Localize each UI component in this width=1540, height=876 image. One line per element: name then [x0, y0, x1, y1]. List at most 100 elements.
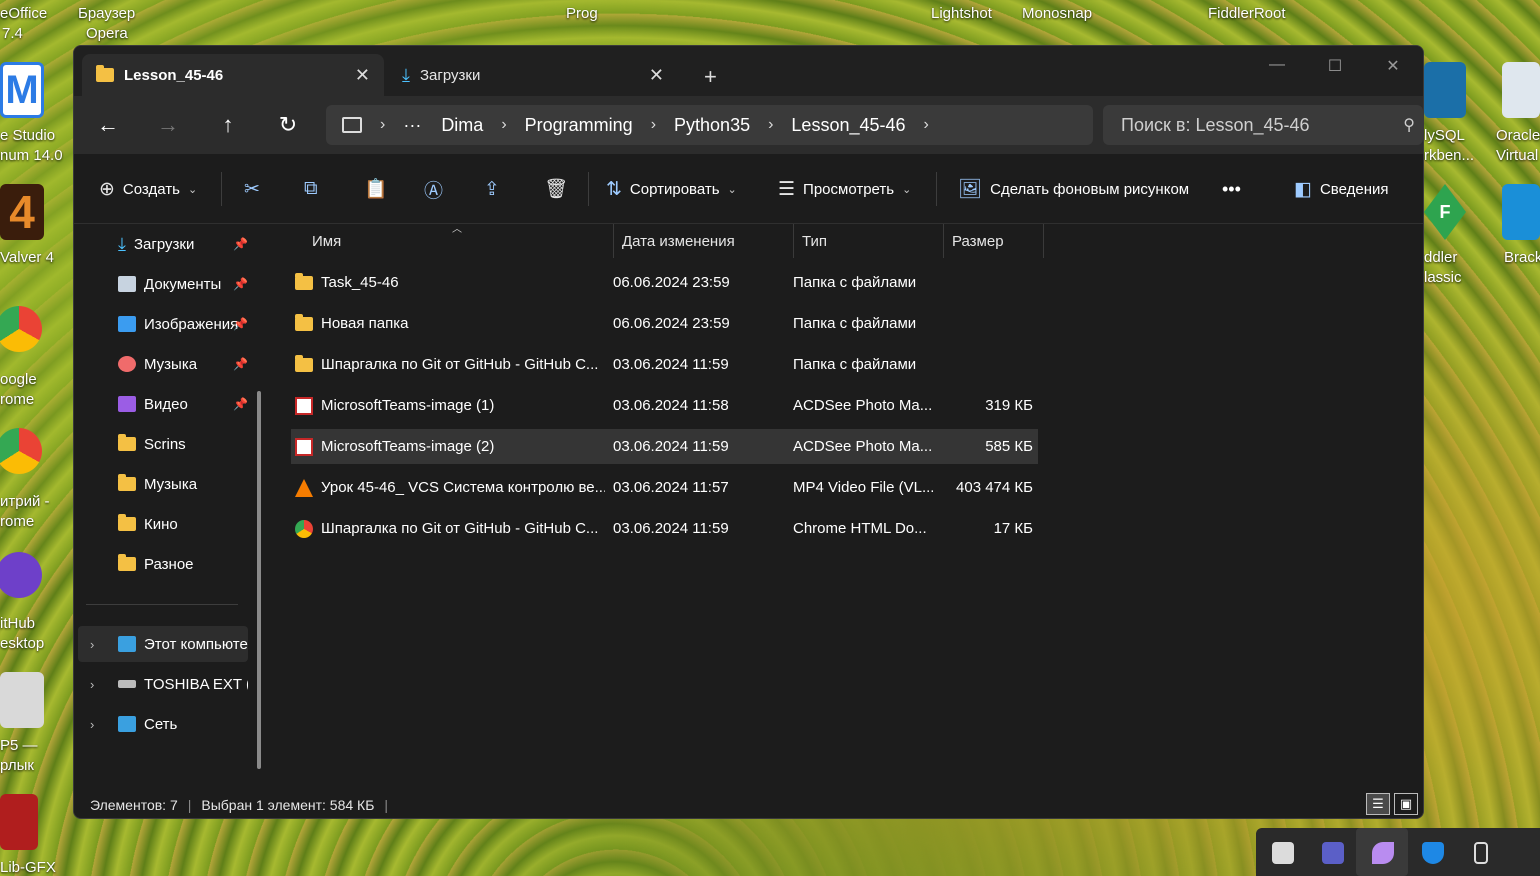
sidebar-item-music[interactable]: Музыка 📌 [84, 346, 248, 382]
details-button[interactable]: ◧ Сведения [1294, 174, 1388, 204]
desktop-icon-label[interactable]: Браузер [78, 4, 135, 24]
sidebar-item-pictures[interactable]: Изображения 📌 [84, 306, 248, 342]
chevron-right-icon[interactable]: › [90, 717, 94, 732]
fiddler-icon[interactable]: F [1424, 184, 1466, 240]
sidebar-item-documents[interactable]: Документы 📌 [84, 266, 248, 302]
chevron-right-icon[interactable]: › [643, 116, 664, 134]
desktop-icon-label[interactable]: e Studio [0, 126, 55, 146]
desktop-icon-label[interactable]: num 14.0 [0, 146, 63, 166]
rename-button[interactable]: Ⓐ [424, 174, 443, 204]
table-row[interactable]: Шпаргалка по Git от GitHub - GitHub C...… [291, 511, 1038, 546]
sidebar-item-scrins[interactable]: Scrins [84, 426, 248, 462]
back-button[interactable]: ← [91, 110, 125, 140]
cut-button[interactable]: ✂ [244, 174, 260, 204]
feather-icon[interactable] [1372, 842, 1394, 864]
desktop-icon-label[interactable]: rome [0, 512, 34, 532]
brackets-icon[interactable] [1502, 184, 1540, 240]
desktop-icon-label[interactable]: lassic [1424, 268, 1462, 288]
sidebar-item-music-folder[interactable]: Музыка [84, 466, 248, 502]
table-row[interactable]: Урок 45-46_ VCS Система контролю ве... 0… [291, 470, 1038, 505]
address-bar[interactable]: › ··· Dima › Programming › Python35 › Le… [326, 105, 1093, 145]
desktop-icon-label[interactable]: Lib-GFX [0, 858, 56, 876]
up-button[interactable]: ↑ [211, 110, 245, 140]
desktop-icon-label[interactable]: рлык [0, 756, 34, 776]
breadcrumb-more[interactable]: ··· [393, 115, 431, 136]
share-button[interactable]: ⇪ [484, 174, 500, 204]
table-row[interactable]: Новая папка 06.06.2024 23:59 Папка с фай… [291, 306, 1038, 341]
sidebar-item-toshiba[interactable]: › TOSHIBA EXT (D: [78, 666, 248, 702]
column-header-size[interactable]: Размер [944, 224, 1044, 258]
desktop-app-icon[interactable]: 4 [0, 184, 44, 240]
desktop-icon-label[interactable]: Monosnap [1022, 4, 1092, 24]
chevron-right-icon[interactable]: › [916, 116, 937, 134]
close-tab-icon[interactable]: ✕ [355, 65, 370, 86]
copy-button[interactable]: ⧉ [304, 174, 318, 204]
set-wallpaper-button[interactable]: 🖼 Сделать фоновым рисунком [958, 174, 1189, 204]
teams-icon[interactable] [1322, 842, 1344, 864]
desktop-icon-label[interactable]: esktop [0, 634, 44, 654]
virtualbox-icon[interactable] [1502, 62, 1540, 118]
breadcrumb-lesson[interactable]: Lesson_45-46 [781, 115, 915, 136]
maximize-button[interactable]: ☐ [1312, 56, 1358, 76]
minimize-button[interactable]: — [1254, 56, 1300, 74]
sidebar-item-kino[interactable]: Кино [84, 506, 248, 542]
computer-icon[interactable] [342, 117, 362, 133]
sidebar-item-network[interactable]: › Сеть [78, 706, 248, 742]
desktop-icon-label[interactable]: Prog [566, 4, 598, 24]
sidebar-scrollbar[interactable] [257, 391, 261, 769]
desktop-icon-label[interactable]: итрий - [0, 492, 50, 512]
column-header-name[interactable]: Имя [304, 224, 614, 258]
desktop-icon-label[interactable]: ddler [1424, 248, 1457, 268]
table-row[interactable]: Task_45-46 06.06.2024 23:59 Папка с файл… [291, 265, 1038, 300]
sidebar-item-raznoe[interactable]: Разное [84, 546, 248, 582]
sort-button[interactable]: ⇅ Сортировать ⌄ [606, 174, 737, 204]
desktop-icon-label[interactable]: Virtual [1496, 146, 1538, 166]
chevron-right-icon[interactable]: › [90, 677, 94, 692]
chevron-right-icon[interactable]: › [362, 116, 393, 134]
github-icon[interactable] [0, 552, 42, 598]
new-tab-button[interactable]: + [704, 64, 717, 90]
more-options-button[interactable]: ••• [1222, 174, 1241, 204]
desktop-app-icon[interactable] [0, 672, 44, 728]
paste-button[interactable]: 📋 [364, 174, 388, 204]
table-row-selected[interactable]: MicrosoftTeams-image (2) 03.06.2024 11:5… [291, 429, 1038, 464]
search-icon[interactable]: ⚲ [1403, 115, 1415, 135]
desktop-icon-label[interactable]: Brack [1504, 248, 1540, 268]
desktop-icon-label[interactable]: itHub [0, 614, 35, 634]
close-window-button[interactable]: ✕ [1370, 56, 1416, 76]
desktop-icon-label[interactable]: Oracle [1496, 126, 1540, 146]
create-button[interactable]: ⊕ Создать ⌄ [99, 174, 197, 204]
pen-icon[interactable] [1272, 842, 1294, 864]
details-view-button[interactable]: ☰ [1366, 793, 1390, 815]
table-row[interactable]: MicrosoftTeams-image (1) 03.06.2024 11:5… [291, 388, 1038, 423]
desktop-app-icon[interactable] [0, 794, 38, 850]
desktop-icon-label[interactable]: eOffice [0, 4, 47, 24]
delete-button[interactable]: 🗑 [544, 174, 568, 204]
desktop-app-icon[interactable]: M [0, 62, 44, 118]
mysql-icon[interactable] [1424, 62, 1466, 118]
desktop-icon-label[interactable]: Valver 4 [0, 248, 54, 268]
tab-downloads[interactable]: ⤓ Загрузки ✕ [388, 54, 678, 96]
tiles-view-button[interactable]: ▣ [1394, 793, 1418, 815]
desktop-icon-label[interactable]: Lightshot [931, 4, 992, 24]
chevron-right-icon[interactable]: › [493, 116, 514, 134]
view-button[interactable]: ☰ Просмотреть ⌄ [778, 174, 911, 204]
search-input[interactable] [1121, 114, 1391, 136]
usb-drive-icon[interactable] [1474, 842, 1488, 864]
desktop-icon-label[interactable]: rome [0, 390, 34, 410]
column-header-date[interactable]: Дата изменения [614, 224, 794, 258]
chrome-icon[interactable] [0, 306, 42, 352]
desktop-icon-label[interactable]: Opera [86, 24, 128, 44]
desktop-icon-label[interactable]: oogle [0, 370, 37, 390]
desktop-icon-label[interactable]: P5 — [0, 736, 38, 756]
desktop-icon-label[interactable]: FiddlerRoot [1208, 4, 1286, 24]
close-tab-icon[interactable]: ✕ [649, 65, 664, 86]
tab-lesson[interactable]: Lesson_45-46 ✕ [82, 54, 384, 96]
sidebar-item-downloads[interactable]: ⤓ Загрузки 📌 [84, 226, 248, 262]
breadcrumb-programming[interactable]: Programming [515, 115, 643, 136]
table-row[interactable]: Шпаргалка по Git от GitHub - GitHub C...… [291, 347, 1038, 382]
forward-button[interactable]: → [151, 110, 185, 140]
desktop-icon-label[interactable]: rkben... [1424, 146, 1474, 166]
chrome-icon[interactable] [0, 428, 42, 474]
desktop-icon-label[interactable]: lySQL [1424, 126, 1465, 146]
